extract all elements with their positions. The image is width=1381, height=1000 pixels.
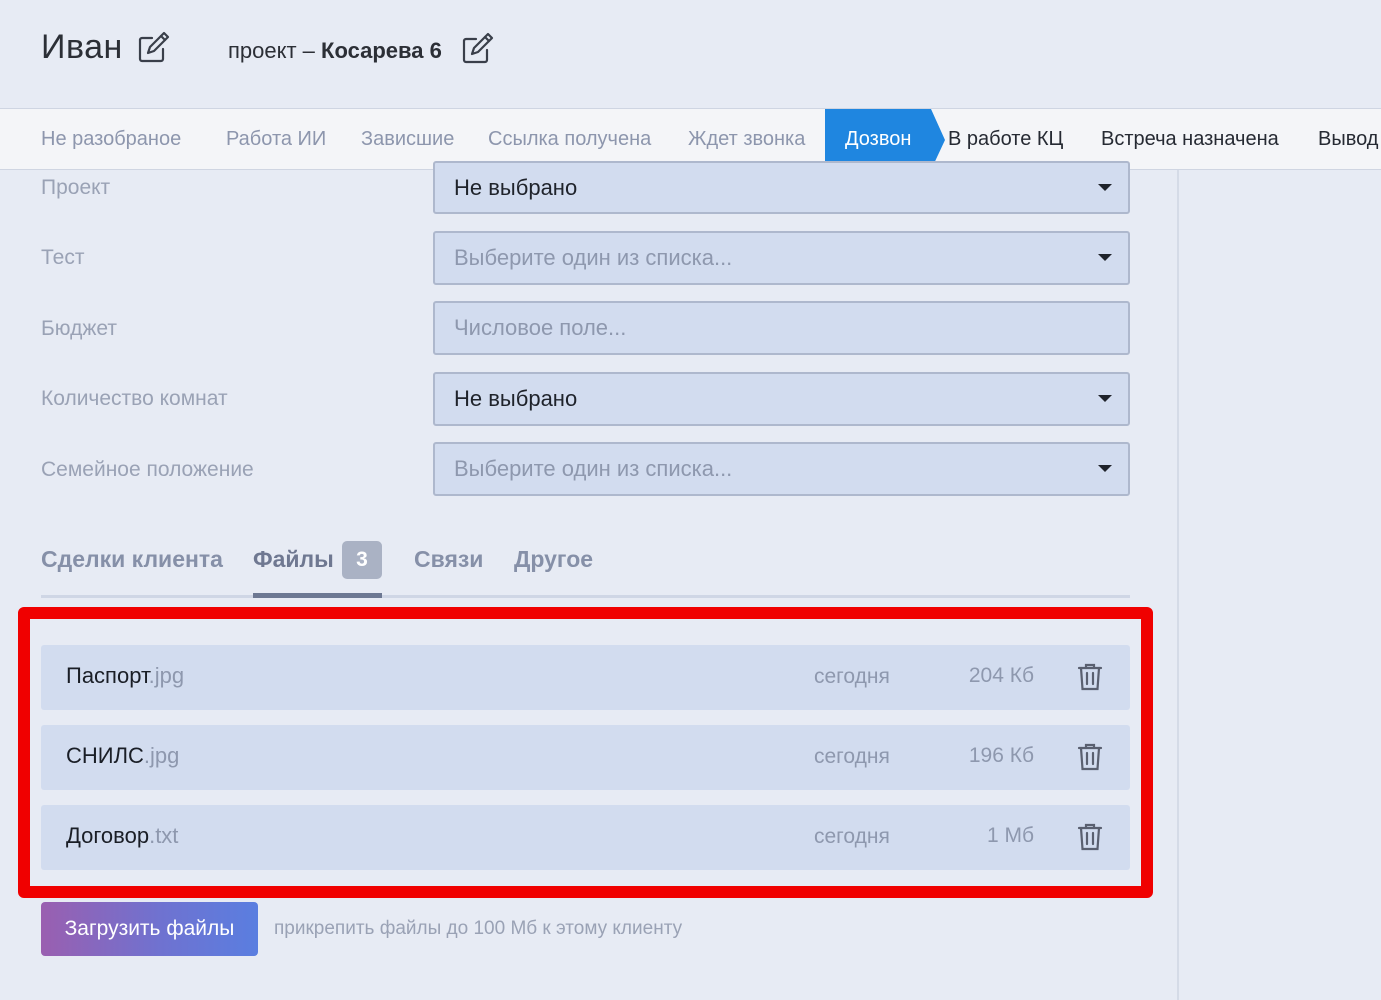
stage-rabota-ii[interactable]: Работа ИИ [226, 109, 326, 169]
client-tabs: Сделки клиента Файлы 3 Связи Другое [41, 538, 1130, 598]
field-label-rooms: Количество комнат [41, 387, 228, 410]
test-select[interactable]: Выберите один из списка... [433, 231, 1130, 285]
edit-project-icon[interactable] [461, 31, 495, 65]
upload-hint: прикрепить файлы до 100 Мб к этому клиен… [274, 918, 683, 939]
test-select-placeholder: Выберите один из списка... [454, 245, 733, 270]
chevron-down-icon [1098, 184, 1112, 191]
stage-vyvod[interactable]: Вывод [1318, 109, 1378, 169]
edit-name-icon[interactable] [137, 30, 171, 64]
field-label-marital: Семейное положение [41, 458, 254, 481]
panel-divider [1177, 170, 1179, 1000]
project-select-value: Не выбрано [454, 175, 578, 200]
upload-files-button[interactable]: Загрузить файлы [41, 902, 258, 956]
project-prefix: проект – [228, 38, 322, 63]
marital-select[interactable]: Выберите один из списка... [433, 442, 1130, 496]
chevron-down-icon [1098, 465, 1112, 472]
tab-files[interactable]: Файлы [253, 546, 334, 573]
project-select[interactable]: Не выбрано [433, 161, 1130, 214]
project-name: Косарева 6 [321, 38, 442, 63]
field-label-budget: Бюджет [41, 317, 117, 340]
client-name: Иван [41, 28, 123, 66]
chevron-down-icon [1098, 254, 1112, 261]
tab-deals[interactable]: Сделки клиента [41, 546, 223, 573]
tab-other[interactable]: Другое [514, 546, 593, 573]
budget-input-placeholder: Числовое поле... [454, 315, 627, 340]
client-header: Иван проект – Косарева 6 [0, 0, 1381, 108]
chevron-down-icon [1098, 395, 1112, 402]
rooms-select-value: Не выбрано [454, 386, 578, 411]
rooms-select[interactable]: Не выбрано [433, 372, 1130, 426]
budget-input[interactable]: Числовое поле... [433, 301, 1130, 355]
field-label-project: Проект [41, 176, 111, 199]
marital-select-placeholder: Выберите один из списка... [454, 456, 733, 481]
project-line: проект – Косарева 6 [228, 38, 442, 64]
highlight-frame [18, 607, 1153, 898]
stage-ne-razobranoe[interactable]: Не разобраное [41, 109, 181, 169]
tab-links[interactable]: Связи [414, 546, 483, 573]
active-tab-underline [253, 593, 382, 598]
files-count-badge: 3 [342, 541, 382, 579]
field-label-test: Тест [41, 246, 85, 269]
